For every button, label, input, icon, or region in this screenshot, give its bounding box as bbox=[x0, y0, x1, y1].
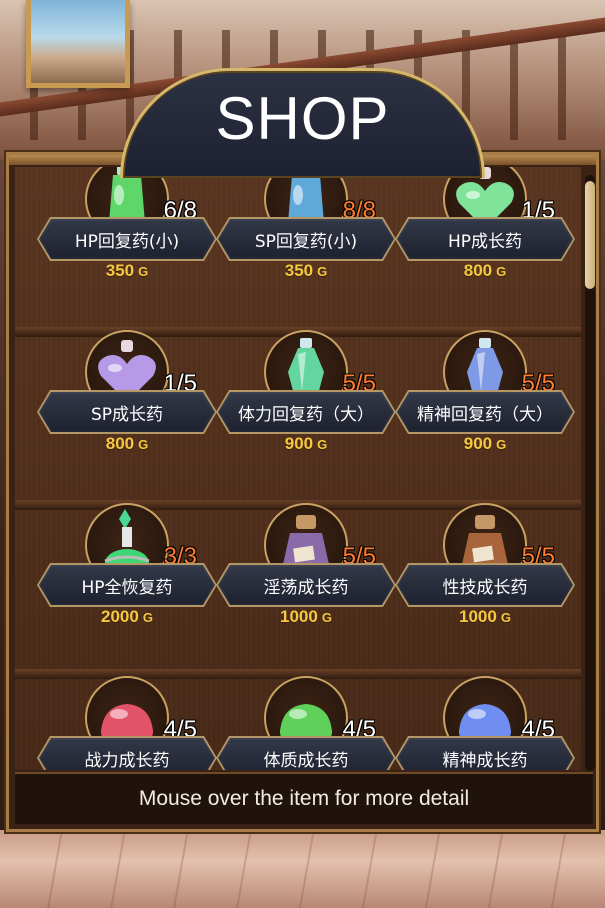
item-name-plate: SP回复药(小) bbox=[218, 219, 394, 259]
currency-unit: G bbox=[317, 437, 328, 452]
item-name: SP回复药(小) bbox=[220, 221, 392, 257]
item-shelf: 6/8 HP回复药(小) 350 G 8/8 SP回复药(小) 350 G 1/5 HP成长药… bbox=[15, 167, 581, 770]
item-name: 淫荡成长药 bbox=[220, 567, 392, 603]
item-name-plate: SP成长药 bbox=[39, 392, 215, 432]
item-price: 900 G bbox=[216, 434, 396, 454]
item-name-plate: HP成长药 bbox=[397, 219, 573, 259]
item-name: 体质成长药 bbox=[220, 740, 392, 770]
item-price-value: 1000 bbox=[280, 607, 318, 626]
item-price: 800 G bbox=[395, 261, 575, 281]
item-name-plate: 体力回复药（大） bbox=[218, 392, 394, 432]
item-name-plate: 性技成长药 bbox=[397, 565, 573, 605]
shop-item[interactable]: 8/8 SP回复药(小) 350 G bbox=[216, 167, 396, 287]
item-price: 350 G bbox=[37, 261, 217, 281]
shop-item[interactable]: 5/5 性技成长药 1000 G bbox=[395, 503, 575, 633]
shop-item[interactable]: 4/5 体质成长药 bbox=[216, 676, 396, 770]
currency-unit: G bbox=[138, 264, 149, 279]
item-name-plate: 战力成长药 bbox=[39, 738, 215, 770]
item-name: 精神回复药（大） bbox=[399, 394, 571, 430]
item-price-value: 800 bbox=[105, 434, 135, 453]
item-name: HP成长药 bbox=[399, 221, 571, 257]
info-bar: Mouse over the item for more detail bbox=[15, 772, 593, 824]
item-name: 精神成长药 bbox=[399, 740, 571, 770]
item-name: 性技成长药 bbox=[399, 567, 571, 603]
item-price: 900 G bbox=[395, 434, 575, 454]
item-name: SP成长药 bbox=[41, 394, 213, 430]
item-price-value: 800 bbox=[463, 261, 493, 280]
item-name: HP回复药(小) bbox=[41, 221, 213, 257]
currency-unit: G bbox=[317, 264, 328, 279]
shop-item[interactable]: 6/8 HP回复药(小) 350 G bbox=[37, 167, 217, 287]
shop-item[interactable]: 4/5 战力成长药 bbox=[37, 676, 217, 770]
shop-title: SHOP bbox=[215, 85, 390, 152]
item-name: 体力回复药（大） bbox=[220, 394, 392, 430]
currency-unit: G bbox=[496, 437, 507, 452]
scrollbar-thumb[interactable] bbox=[585, 181, 595, 289]
item-name: HP全恢复药 bbox=[41, 567, 213, 603]
item-price-value: 2000 bbox=[101, 607, 139, 626]
item-price: 800 G bbox=[37, 434, 217, 454]
item-price: 2000 G bbox=[37, 607, 217, 627]
item-price-value: 900 bbox=[284, 434, 314, 453]
item-price-value: 900 bbox=[463, 434, 493, 453]
currency-unit: G bbox=[138, 437, 149, 452]
currency-unit: G bbox=[496, 264, 507, 279]
background-floor bbox=[0, 830, 605, 908]
item-price: 1000 G bbox=[216, 607, 396, 627]
item-price: 1000 G bbox=[395, 607, 575, 627]
item-price-value: 350 bbox=[105, 261, 135, 280]
item-name-plate: HP回复药(小) bbox=[39, 219, 215, 259]
item-price-value: 350 bbox=[284, 261, 314, 280]
item-price-value: 1000 bbox=[459, 607, 497, 626]
currency-unit: G bbox=[500, 610, 511, 625]
item-name: 战力成长药 bbox=[41, 740, 213, 770]
item-name-plate: 精神成长药 bbox=[397, 738, 573, 770]
shop-panel: 6/8 HP回复药(小) 350 G 8/8 SP回复药(小) 350 G 1/5 HP成长药… bbox=[6, 152, 599, 832]
shop-item[interactable]: 1/5 HP成长药 800 G bbox=[395, 167, 575, 287]
item-name-plate: HP全恢复药 bbox=[39, 565, 215, 605]
background-painting bbox=[26, 0, 130, 88]
item-name-plate: 淫荡成长药 bbox=[218, 565, 394, 605]
currency-unit: G bbox=[321, 610, 332, 625]
info-text: Mouse over the item for more detail bbox=[138, 787, 470, 810]
scrollbar-track[interactable] bbox=[585, 175, 595, 771]
shop-item[interactable]: 5/5 体力回复药（大） 900 G bbox=[216, 330, 396, 460]
item-price: 350 G bbox=[216, 261, 396, 281]
shop-item[interactable]: 4/5 精神成长药 bbox=[395, 676, 575, 770]
item-name-plate: 精神回复药（大） bbox=[397, 392, 573, 432]
shop-item[interactable]: 3/3 HP全恢复药 2000 G bbox=[37, 503, 217, 633]
shop-item[interactable]: 5/5 精神回复药（大） 900 G bbox=[395, 330, 575, 460]
item-name-plate: 体质成长药 bbox=[218, 738, 394, 770]
currency-unit: G bbox=[142, 610, 153, 625]
shop-item[interactable]: 5/5 淫荡成长药 1000 G bbox=[216, 503, 396, 633]
shop-item[interactable]: 1/5 SP成长药 800 G bbox=[37, 330, 217, 460]
